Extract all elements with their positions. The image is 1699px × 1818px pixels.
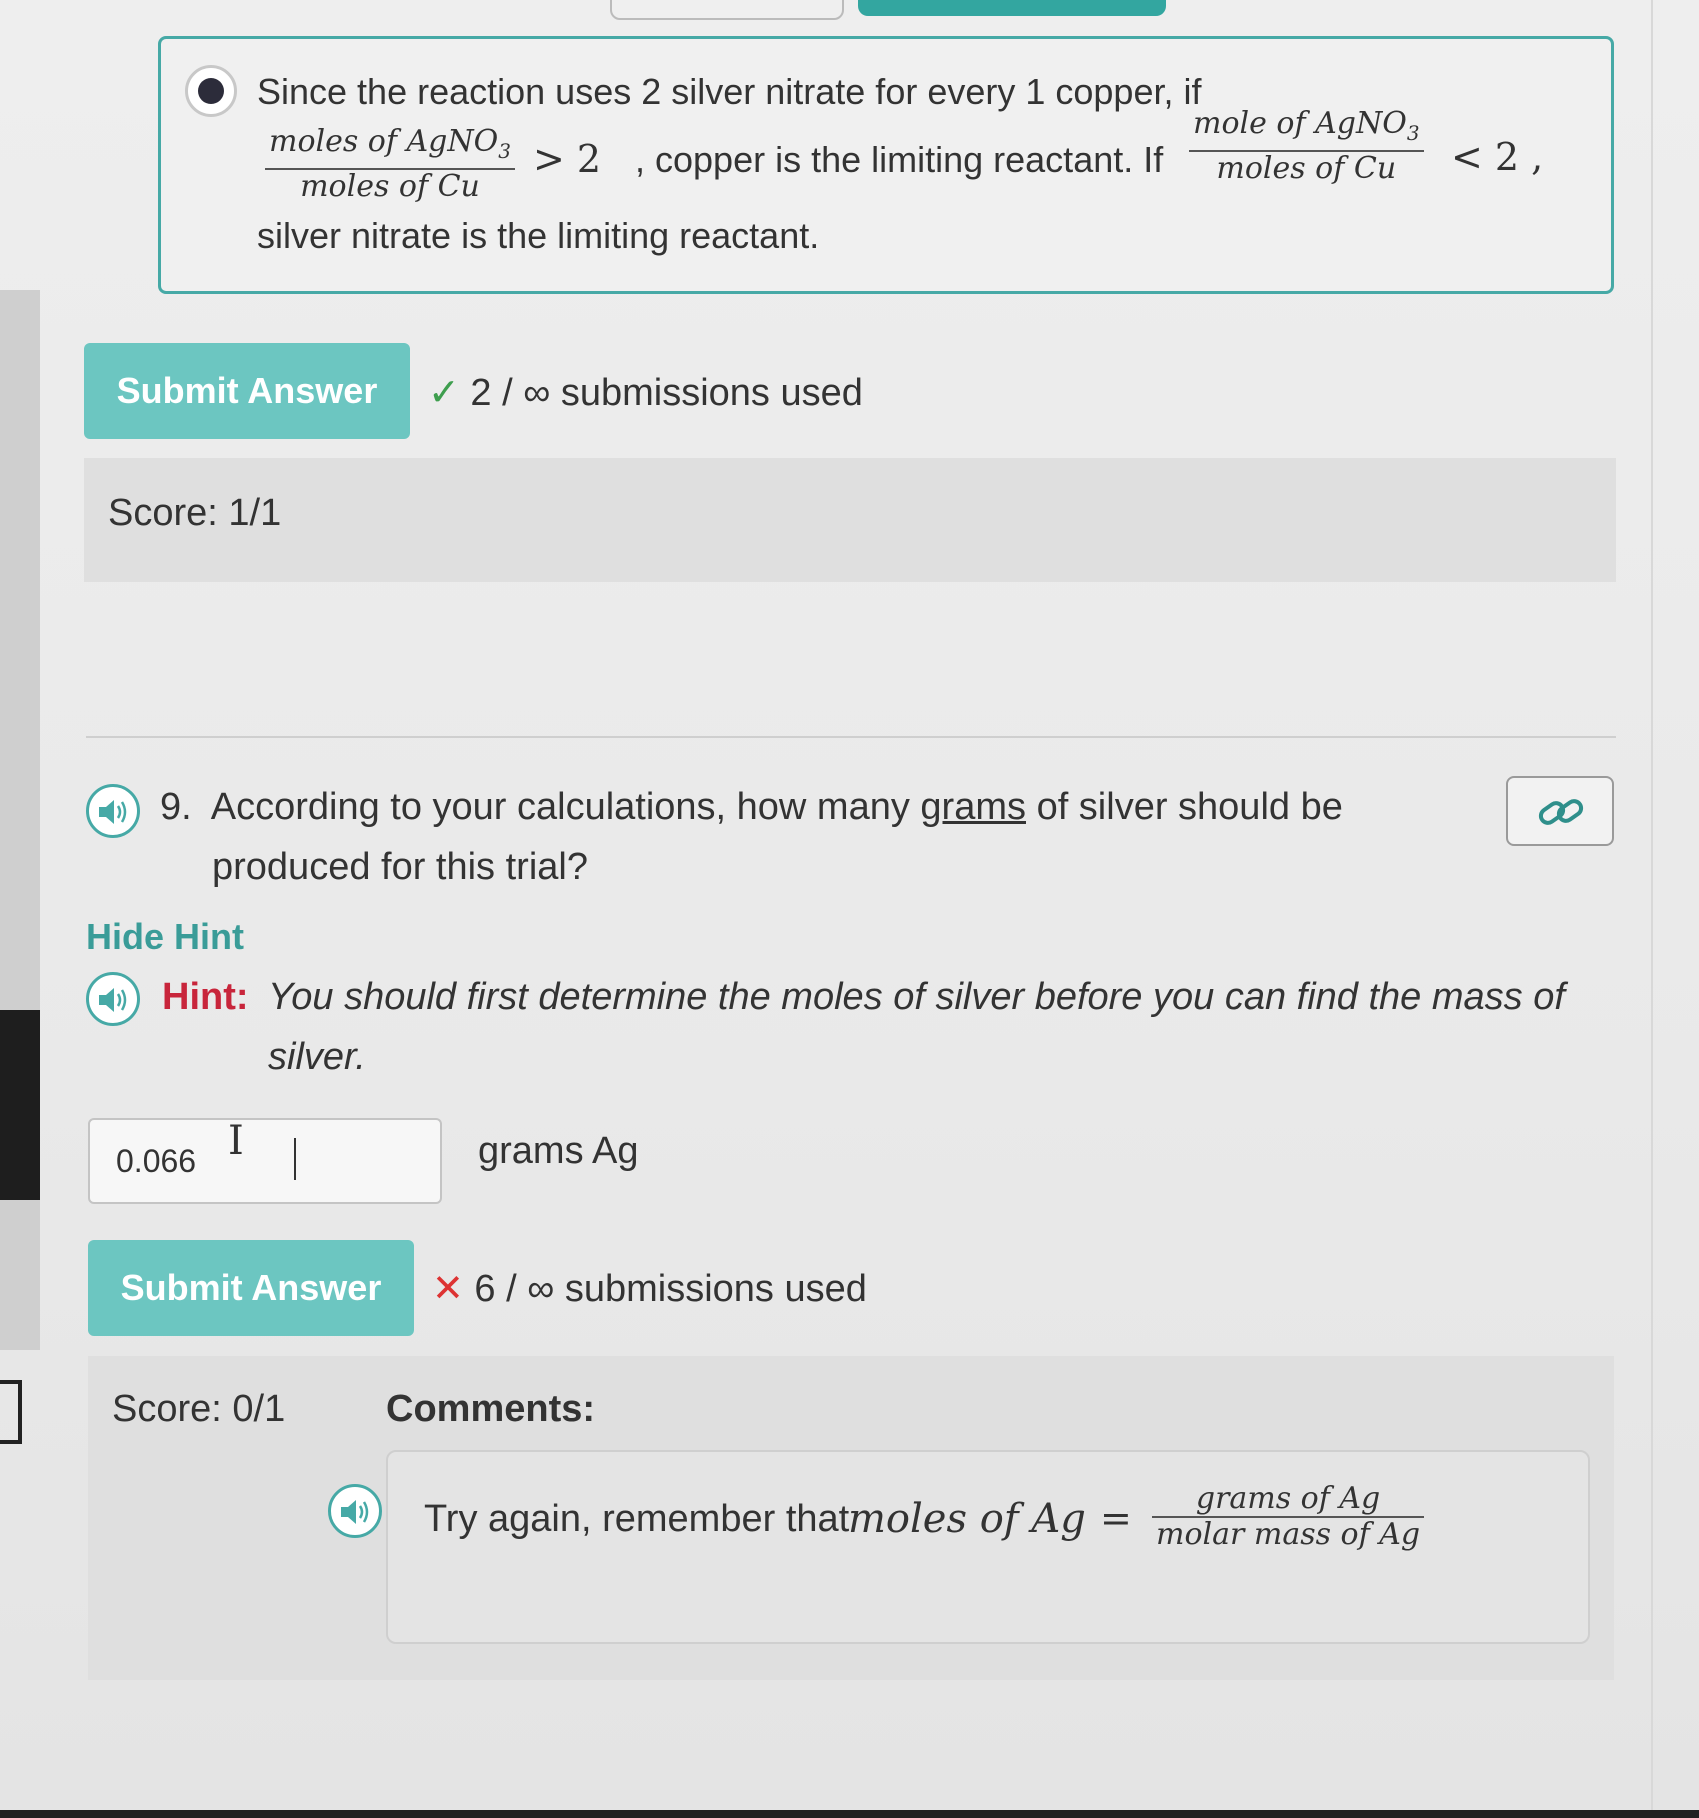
unit-label: grams Ag <box>478 1130 639 1172</box>
question-number: 9. <box>160 786 192 828</box>
submissions-used-q8: ✓ 2 / ∞ submissions used <box>428 370 863 415</box>
comments-label: Comments: <box>386 1388 596 1430</box>
score-panel-q8: Score: 1/1 <box>84 458 1616 582</box>
right-scroll-edge <box>1651 0 1653 1818</box>
radio-selected-dot <box>198 78 224 104</box>
submissions-text-q8: 2 / ∞ submissions used <box>470 372 863 414</box>
speaker-icon-hint[interactable] <box>86 972 140 1026</box>
comment-equals: = <box>1100 1496 1132 1540</box>
comment-fraction: grams of Ag molar mass of Ag <box>1152 1482 1425 1552</box>
submissions-used-q9: ✕ 6 / ∞ submissions used <box>432 1266 867 1311</box>
speaker-icon <box>99 800 127 824</box>
question-text-after: of silver should be <box>1036 786 1343 828</box>
speaker-icon <box>341 1500 369 1524</box>
left-window-edge-dark <box>0 1010 40 1200</box>
option-text-mid: , copper is the limiting reactant. If <box>635 139 1164 180</box>
top-tab-button[interactable] <box>610 0 844 20</box>
comment-box: Try again, remember that moles of Ag = g… <box>386 1450 1590 1644</box>
bottom-bezel <box>0 1810 1699 1818</box>
check-icon: ✓ <box>428 372 460 414</box>
hint-text-line2: silver. <box>268 1036 366 1078</box>
hint-label: Hint: <box>162 976 249 1018</box>
left-edge-bracket <box>0 1380 22 1444</box>
question-text-underlined: grams <box>920 786 1026 828</box>
question-divider <box>86 736 1616 738</box>
submit-answer-button-q9[interactable]: Submit Answer <box>88 1240 414 1336</box>
score-q9: Score: 0/1 <box>112 1388 286 1430</box>
answer-option-selected[interactable]: Since the reaction uses 2 silver nitrate… <box>158 36 1614 294</box>
comment-text: Try again, remember that <box>424 1498 850 1540</box>
top-tab-button-active[interactable] <box>858 0 1166 16</box>
fraction-agno3-over-cu-2: mole of AgNO3 moles of Cu <box>1189 107 1424 186</box>
permalink-button[interactable] <box>1506 776 1614 846</box>
ibeam-cursor-icon: I <box>228 1118 244 1164</box>
link-icon <box>1538 799 1584 825</box>
answer-input-value: 0.066 <box>116 1143 197 1179</box>
speaker-icon-q9[interactable] <box>86 784 140 838</box>
submit-answer-button-q8[interactable]: Submit Answer <box>84 343 410 439</box>
question-9-line2: produced for this trial? <box>212 846 588 888</box>
fraction-agno3-over-cu: moles of AgNO3 moles of Cu <box>265 125 515 204</box>
score-q8: Score: 1/1 <box>108 492 282 534</box>
text-caret <box>294 1138 296 1180</box>
question-text-before: According to your calculations, how many <box>210 786 910 828</box>
option-text-line3: silver nitrate is the limiting reactant. <box>257 215 820 256</box>
comment-math-lhs: moles of Ag <box>848 1496 1086 1542</box>
hint-text-line1: You should first determine the moles of … <box>268 976 1565 1018</box>
speaker-icon-comment[interactable] <box>328 1484 382 1538</box>
speaker-icon <box>99 988 127 1012</box>
answer-input-q9[interactable]: 0.066 <box>88 1118 442 1204</box>
radio-button[interactable] <box>185 65 237 117</box>
greater-than-2: > 2 <box>533 137 602 181</box>
question-9-line1: 9. According to your calculations, how m… <box>160 786 1343 829</box>
less-than-2: < 2 , <box>1451 135 1544 179</box>
hide-hint-link[interactable]: Hide Hint <box>86 916 244 958</box>
option-text-line1: Since the reaction uses 2 silver nitrate… <box>257 71 1202 112</box>
submissions-text-q9: 6 / ∞ submissions used <box>474 1268 867 1310</box>
x-icon: ✕ <box>432 1268 464 1310</box>
